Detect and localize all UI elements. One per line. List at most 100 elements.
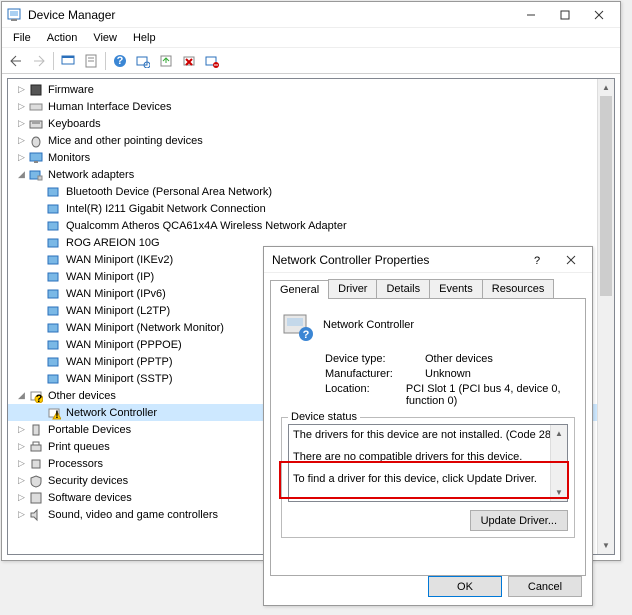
network-adapter-icon [46,286,62,302]
network-adapter-icon [46,371,62,387]
device-type-value: Other devices [425,353,493,365]
manufacturer-label: Manufacturer: [325,368,425,380]
collapse-icon[interactable]: ◢ [16,390,27,401]
svg-text:?: ? [36,393,43,403]
tree-node-hid[interactable]: ▷Human Interface Devices [8,98,614,115]
tab-resources[interactable]: Resources [482,279,555,298]
manufacturer-value: Unknown [425,368,471,380]
minimize-button[interactable] [514,3,548,27]
tree-node-network-adapters[interactable]: ◢Network adapters [8,166,614,183]
scroll-up-button[interactable]: ▲ [598,79,614,96]
menu-file[interactable]: File [6,31,38,45]
menu-action[interactable]: Action [40,31,85,45]
device-status-text[interactable]: The drivers for this device are not inst… [288,424,568,502]
expand-icon[interactable]: ▷ [16,458,27,469]
disable-button[interactable] [201,50,223,72]
expand-icon[interactable]: ▷ [16,424,27,435]
expand-icon[interactable]: ▷ [16,492,27,503]
menu-view[interactable]: View [86,31,124,45]
device-name-label: Network Controller [323,319,414,331]
tab-content: ? Network Controller Device type:Other d… [270,298,586,576]
network-adapter-icon [46,320,62,336]
expand-icon[interactable]: ▷ [16,135,27,146]
tree-node-qualcomm-atheros[interactable]: Qualcomm Atheros QCA61x4A Wireless Netwo… [8,217,614,234]
tab-general[interactable]: General [270,280,329,299]
dialog-close-button[interactable] [554,248,588,272]
tree-node-mice[interactable]: ▷Mice and other pointing devices [8,132,614,149]
sound-icon [28,507,44,523]
device-status-legend: Device status [288,411,360,423]
scroll-down-button[interactable]: ▼ [551,484,567,501]
portable-icon [28,422,44,438]
cancel-button[interactable]: Cancel [508,576,582,597]
window-title: Device Manager [28,8,514,22]
dialog-help-button[interactable]: ? [520,248,554,272]
tree-node-monitors[interactable]: ▷Monitors [8,149,614,166]
expand-icon[interactable]: ▷ [16,118,27,129]
expand-icon[interactable]: ▷ [16,475,27,486]
properties-button[interactable] [80,50,102,72]
tab-strip: General Driver Details Events Resources [264,273,592,298]
dialog-button-row: OK Cancel [428,576,582,597]
properties-dialog: Network Controller Properties ? General … [263,246,593,606]
location-value: PCI Slot 1 (PCI bus 4, device 0, functio… [406,383,575,407]
tree-node-bluetooth-pan[interactable]: Bluetooth Device (Personal Area Network) [8,183,614,200]
close-button[interactable] [582,3,616,27]
menu-help[interactable]: Help [126,31,163,45]
expand-icon[interactable]: ▷ [16,101,27,112]
network-adapter-icon [46,184,62,200]
show-hidden-button[interactable] [57,50,79,72]
svg-text:!: ! [55,409,59,420]
scan-button[interactable] [132,50,154,72]
update-driver-button[interactable]: Update Driver... [470,510,568,531]
expand-icon[interactable]: ▷ [16,152,27,163]
network-adapter-icon [46,235,62,251]
help-button[interactable]: ? [109,50,131,72]
uninstall-button[interactable] [178,50,200,72]
network-adapter-icon [46,252,62,268]
update-driver-button[interactable] [155,50,177,72]
printer-icon [28,439,44,455]
device-status-fieldset: Device status The drivers for this devic… [281,417,575,538]
scroll-thumb[interactable] [600,96,612,296]
network-adapter-icon [46,201,62,217]
device-type-label: Device type: [325,353,425,365]
network-adapter-icon [46,337,62,353]
forward-button[interactable] [28,50,50,72]
tree-node-intel-i211[interactable]: Intel(R) I211 Gigabit Network Connection [8,200,614,217]
network-icon [28,167,44,183]
tab-details[interactable]: Details [376,279,430,298]
tree-scrollbar[interactable]: ▲ ▼ [597,79,614,554]
keyboard-icon [28,116,44,132]
menubar: File Action View Help [2,28,620,48]
collapse-icon[interactable]: ◢ [16,169,27,180]
mouse-icon [28,133,44,149]
scroll-down-button[interactable]: ▼ [598,537,614,554]
tree-node-firmware[interactable]: ▷Firmware [8,81,614,98]
ok-button[interactable]: OK [428,576,502,597]
tab-driver[interactable]: Driver [328,279,377,298]
svg-text:?: ? [117,55,124,67]
status-scrollbar[interactable]: ▲ ▼ [550,425,567,501]
monitor-icon [28,150,44,166]
back-button[interactable] [5,50,27,72]
dialog-titlebar: Network Controller Properties ? [264,247,592,273]
expand-icon[interactable]: ▷ [16,509,27,520]
unknown-device-icon: ! [46,405,62,421]
expand-icon[interactable]: ▷ [16,441,27,452]
expand-icon[interactable]: ▷ [16,84,27,95]
network-adapter-icon [46,218,62,234]
maximize-button[interactable] [548,3,582,27]
tree-node-keyboards[interactable]: ▷Keyboards [8,115,614,132]
scroll-up-button[interactable]: ▲ [551,425,567,442]
dialog-title: Network Controller Properties [268,253,520,267]
app-icon [6,7,22,23]
tab-events[interactable]: Events [429,279,483,298]
security-icon [28,473,44,489]
toolbar: ? [2,48,620,74]
device-large-icon: ? [281,309,313,341]
status-line2: There are no compatible drivers for this… [293,451,563,463]
processor-icon [28,456,44,472]
firmware-icon [28,82,44,98]
titlebar: Device Manager [2,2,620,28]
